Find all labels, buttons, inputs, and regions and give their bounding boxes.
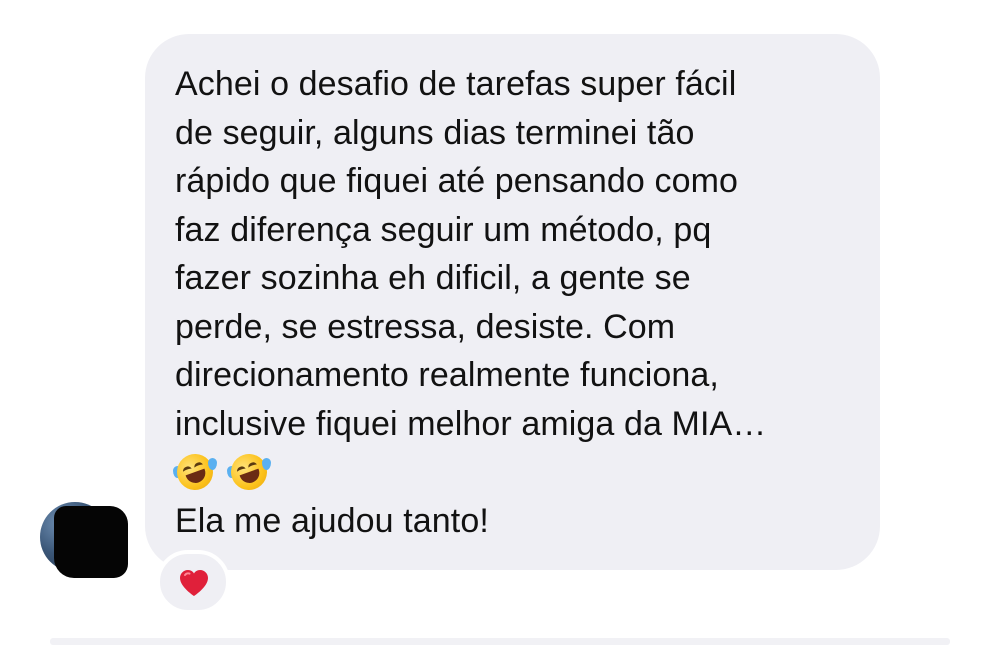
- emoji-row: [171, 448, 860, 497]
- avatar[interactable]: [40, 500, 128, 578]
- message-line: inclusive fiquei melhor amiga da MIA…: [175, 404, 767, 443]
- chat-screen: Achei o desafio de tarefas super fácil d…: [0, 0, 1000, 645]
- reaction-badge[interactable]: [156, 550, 230, 614]
- message-line: rápido que fiquei até pensando como: [175, 162, 739, 200]
- message-line: direcionamento realmente funciona,: [175, 356, 719, 394]
- message-line: faz diferença seguir um método, pq: [175, 210, 712, 249]
- avatar-redaction: [54, 506, 128, 578]
- bottom-divider: [50, 638, 950, 645]
- message-last-line: Ela me ajudou tanto!: [175, 501, 489, 540]
- message-text: Achei o desafio de tarefas super fácil d…: [175, 60, 860, 448]
- message-line: perde, se estressa, desiste. Com: [175, 307, 676, 346]
- heart-icon: [180, 570, 208, 596]
- rolling-on-floor-laughing-icon: [171, 448, 219, 495]
- message-line: Achei o desafio de tarefas super fácil: [175, 65, 737, 103]
- rolling-on-floor-laughing-icon: [225, 448, 273, 495]
- message-line: fazer sozinha eh dificil, a gente se: [175, 259, 691, 297]
- message-line: de seguir, alguns dias terminei tão: [175, 113, 695, 152]
- message-bubble[interactable]: Achei o desafio de tarefas super fácil d…: [145, 34, 880, 570]
